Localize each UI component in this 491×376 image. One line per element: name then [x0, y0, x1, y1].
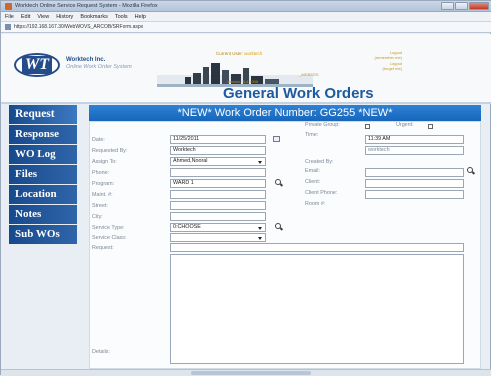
- request-label: Request:: [92, 245, 114, 251]
- service-class-label: Service Class:: [92, 235, 127, 241]
- menu-tools[interactable]: Tools: [115, 14, 128, 20]
- time-label: Time:: [305, 132, 319, 138]
- program-label: Program:: [92, 181, 115, 187]
- program-search-icon[interactable]: [274, 179, 283, 188]
- server-text: _WEBEDS: [299, 72, 319, 77]
- current-user-value[interactable]: worktech: [244, 51, 262, 56]
- date-field[interactable]: 11/25/2011: [170, 135, 266, 144]
- assign-to-select[interactable]: Ahmed,Nooral: [170, 157, 266, 166]
- room-no-label: Room #:: [305, 201, 326, 207]
- created-by-field[interactable]: worktech: [365, 146, 464, 155]
- created-by-label: Created By:: [305, 159, 334, 165]
- street-field[interactable]: [170, 201, 266, 210]
- current-user: Current User: worktech: [216, 51, 262, 56]
- menu-help[interactable]: Help: [135, 14, 146, 20]
- city-label: City:: [92, 214, 103, 220]
- program-field[interactable]: WARD 1: [170, 179, 266, 188]
- requested-by-field[interactable]: Worktech: [170, 146, 266, 155]
- city-field[interactable]: [170, 212, 266, 221]
- date-label: Date:: [92, 137, 105, 143]
- request-field[interactable]: [170, 243, 464, 252]
- menu-bookmarks[interactable]: Bookmarks: [80, 14, 108, 20]
- menu-bar: File Edit View History Bookmarks Tools H…: [1, 12, 491, 22]
- nav-wo-log[interactable]: WO Log: [9, 145, 77, 164]
- maximize-button[interactable]: [455, 2, 468, 10]
- service-type-value: 0:CHOOSE: [173, 224, 201, 230]
- forget-me-text: (forget me): [382, 66, 402, 72]
- version-text: Version: 3.4.1006: [227, 79, 259, 84]
- service-type-label: Service Type:: [92, 225, 125, 231]
- email-field[interactable]: [365, 168, 464, 177]
- request-form: Date: 11/25/2011 Requested By: Worktech …: [89, 121, 481, 369]
- urgent-label: Urgent:: [396, 122, 414, 128]
- nav-notes[interactable]: Notes: [9, 205, 77, 224]
- chevron-down-icon: [258, 237, 262, 240]
- private-group-checkbox[interactable]: [365, 124, 370, 129]
- company-name: Worktech Inc.: [66, 57, 106, 63]
- address-bar[interactable]: https://192.168.167.30/WebWOVS_ARCOB/SRF…: [1, 22, 491, 33]
- details-textarea[interactable]: [170, 254, 464, 364]
- maint-no-field[interactable]: [170, 190, 266, 199]
- scrollbar-thumb[interactable]: [191, 371, 311, 375]
- nav-response[interactable]: Response: [9, 125, 77, 144]
- nav-location[interactable]: Location: [9, 185, 77, 204]
- menu-file[interactable]: File: [5, 14, 14, 20]
- menu-history[interactable]: History: [56, 14, 73, 20]
- street-label: Street:: [92, 203, 108, 209]
- client-phone-label: Client Phone:: [305, 190, 338, 196]
- window-title: Worktech Online Service Request System -…: [15, 3, 158, 9]
- time-field[interactable]: 11:39 AM: [365, 135, 464, 144]
- requested-by-label: Requested By:: [92, 148, 128, 154]
- private-group-label: Private Group:: [305, 122, 340, 128]
- nav-files[interactable]: Files: [9, 165, 77, 184]
- service-type-search-icon[interactable]: [274, 223, 283, 232]
- current-user-label: Current User:: [216, 51, 244, 56]
- assign-to-label: Assign To:: [92, 159, 117, 165]
- menu-view[interactable]: View: [37, 14, 49, 20]
- site-icon: [5, 24, 11, 30]
- chevron-down-icon: [258, 161, 262, 164]
- firefox-icon: [5, 3, 12, 10]
- client-field[interactable]: [365, 179, 464, 188]
- close-button[interactable]: [469, 2, 489, 10]
- client-phone-field[interactable]: [365, 190, 464, 199]
- page-title: General Work Orders: [223, 85, 374, 102]
- email-label: Email:: [305, 168, 320, 174]
- phone-label: Phone:: [92, 170, 110, 176]
- browser-window: Worktech Online Service Request System -…: [0, 0, 491, 376]
- address-url[interactable]: https://192.168.167.30/WebWOVS_ARCOB/SRF…: [14, 24, 143, 30]
- calendar-icon[interactable]: [273, 136, 280, 142]
- urgent-checkbox[interactable]: [428, 124, 433, 129]
- minimize-button[interactable]: [441, 2, 454, 10]
- header-divider: [1, 102, 491, 104]
- nav-sub-wos[interactable]: Sub WOs: [9, 225, 77, 244]
- service-type-select[interactable]: 0:CHOOSE: [170, 223, 266, 232]
- company-subtitle: Online Work Order System: [66, 64, 132, 70]
- maint-no-label: Maint. #:: [92, 192, 113, 198]
- window-titlebar[interactable]: Worktech Online Service Request System -…: [1, 1, 491, 12]
- assign-to-value: Ahmed,Nooral: [173, 158, 208, 164]
- client-label: Client:: [305, 179, 321, 185]
- service-class-select[interactable]: [170, 233, 266, 242]
- chevron-down-icon: [258, 227, 262, 230]
- logo-text: WT: [22, 56, 52, 74]
- menu-edit[interactable]: Edit: [21, 14, 30, 20]
- nav-request[interactable]: Request: [9, 105, 77, 124]
- worktech-logo: WT: [14, 53, 60, 77]
- phone-field[interactable]: [170, 168, 266, 177]
- sidebar-nav: Request Response WO Log Files Location N…: [9, 105, 77, 244]
- details-label: Details:: [92, 349, 110, 355]
- header-links: Logout (remember me) Logout (forget me): [336, 50, 402, 72]
- email-search-icon[interactable]: [466, 167, 475, 176]
- work-order-banner: *NEW* Work Order Number: GG255 *NEW*: [89, 105, 481, 121]
